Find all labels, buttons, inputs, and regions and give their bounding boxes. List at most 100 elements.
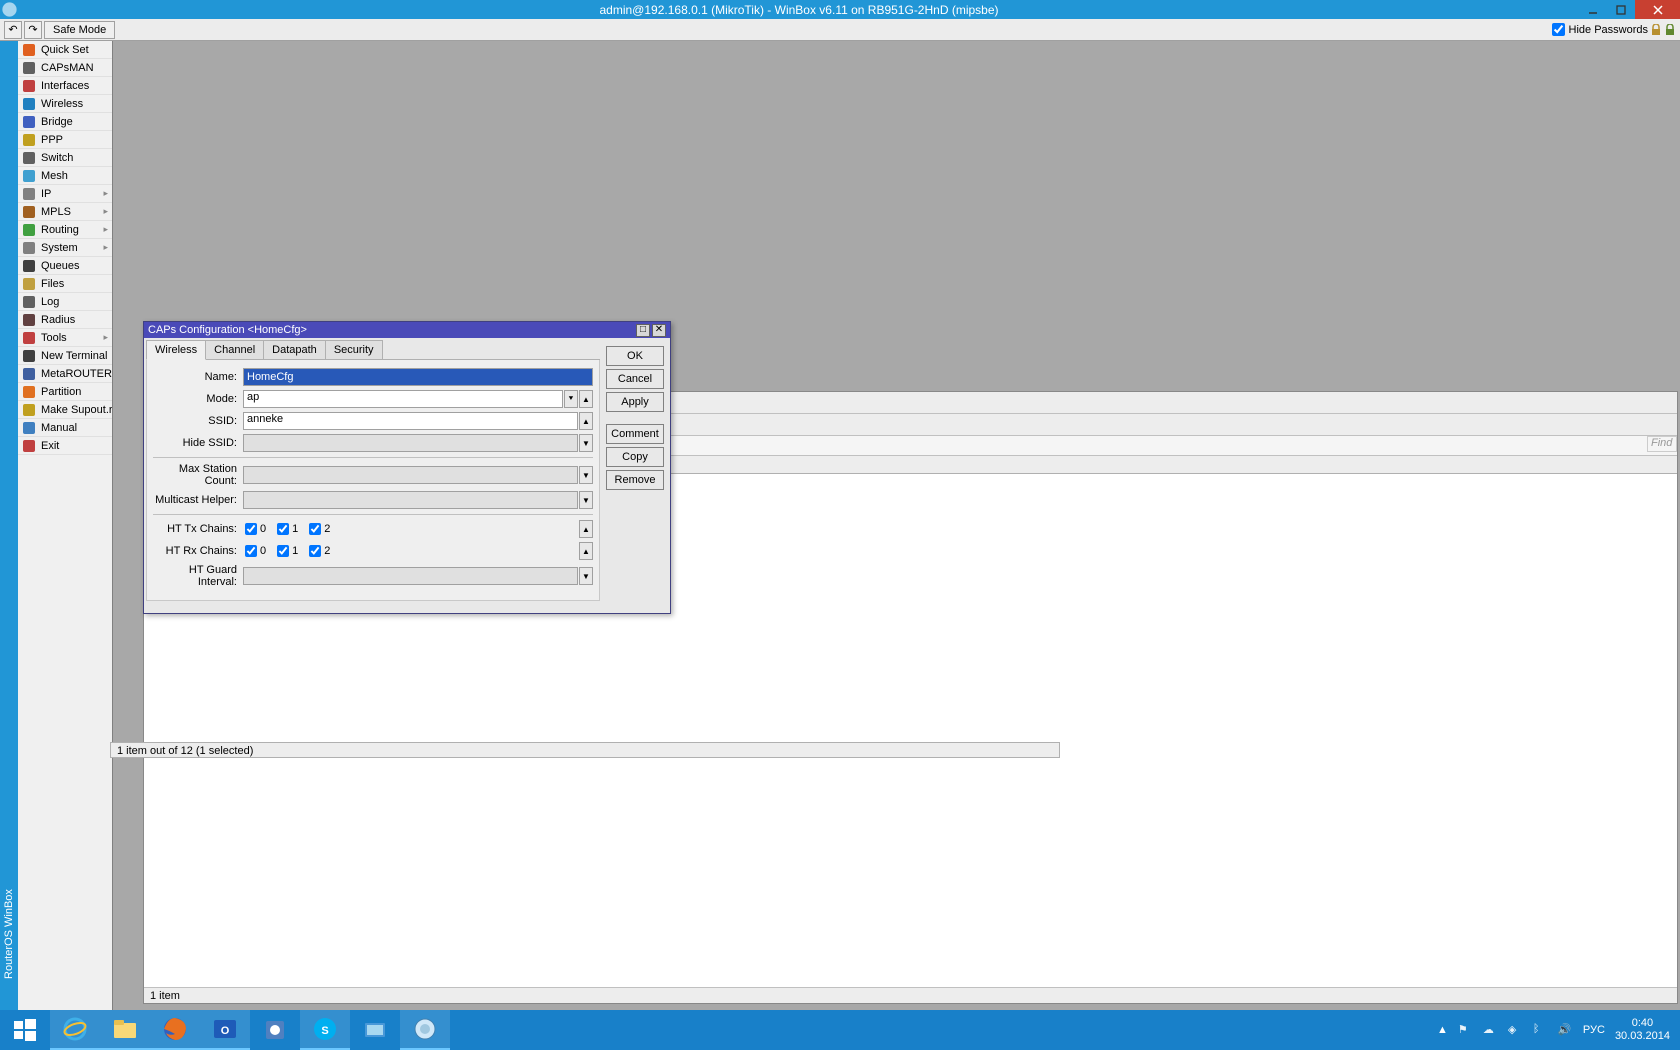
comment-button[interactable]: Comment: [606, 424, 664, 444]
menu-icon: [22, 61, 36, 75]
hide-ssid-input[interactable]: [243, 434, 578, 452]
find-input[interactable]: Find: [1647, 436, 1677, 452]
ht-rx-0-checkbox[interactable]: [245, 545, 257, 557]
sidebar-item-label: Routing: [41, 224, 79, 236]
sidebar-item-metarouter[interactable]: MetaROUTER: [18, 365, 112, 383]
remove-button[interactable]: Remove: [606, 470, 664, 490]
taskbar: O S ▲ ⚑ ☁ ◈ ᛒ 🔊 РУС 0:40 30.03.2014: [0, 1010, 1680, 1050]
ht-guard-expand-icon[interactable]: ▼: [579, 567, 593, 585]
taskbar-firefox[interactable]: [150, 1010, 200, 1050]
volume-icon[interactable]: 🔊: [1558, 1023, 1573, 1038]
sidebar-item-log[interactable]: Log: [18, 293, 112, 311]
menu-icon: [22, 43, 36, 57]
sidebar-item-quick-set[interactable]: Quick Set: [18, 41, 112, 59]
dialog-close-button[interactable]: ✕: [652, 324, 666, 337]
flag-icon[interactable]: ⚑: [1458, 1023, 1473, 1038]
mode-select[interactable]: ap: [243, 390, 563, 408]
hide-passwords-toggle[interactable]: Hide Passwords: [1552, 23, 1648, 36]
sidebar-item-bridge[interactable]: Bridge: [18, 113, 112, 131]
maximize-button[interactable]: [1607, 0, 1635, 19]
sidebar-item-radius[interactable]: Radius: [18, 311, 112, 329]
sidebar-item-ip[interactable]: IP▸: [18, 185, 112, 203]
sidebar-item-interfaces[interactable]: Interfaces: [18, 77, 112, 95]
sidebar-item-exit[interactable]: Exit: [18, 437, 112, 455]
sidebar-item-ppp[interactable]: PPP: [18, 131, 112, 149]
taskbar-ie[interactable]: [50, 1010, 100, 1050]
sidebar-item-files[interactable]: Files: [18, 275, 112, 293]
sidebar-item-manual[interactable]: Manual: [18, 419, 112, 437]
sidebar-item-label: Partition: [41, 386, 81, 398]
minimize-button[interactable]: [1579, 0, 1607, 19]
dialog-titlebar[interactable]: CAPs Configuration <HomeCfg> □ ✕: [144, 322, 670, 338]
start-button[interactable]: [0, 1010, 50, 1050]
tab-wireless[interactable]: Wireless: [146, 340, 206, 360]
tab-datapath[interactable]: Datapath: [263, 340, 326, 359]
ssid-input[interactable]: anneke: [243, 412, 578, 430]
max-station-expand-icon[interactable]: ▼: [579, 466, 593, 484]
side-strip: RouterOS WinBox: [0, 41, 18, 1010]
safe-mode-button[interactable]: Safe Mode: [44, 21, 115, 39]
taskbar-app-7[interactable]: [350, 1010, 400, 1050]
ht-rx-1-checkbox[interactable]: [277, 545, 289, 557]
sidebar-item-mpls[interactable]: MPLS▸: [18, 203, 112, 221]
mode-collapse-icon[interactable]: ▲: [579, 390, 593, 408]
chevron-right-icon: ▸: [103, 332, 108, 343]
max-station-input[interactable]: [243, 466, 578, 484]
sidebar-item-new-terminal[interactable]: New Terminal: [18, 347, 112, 365]
network-icon[interactable]: ◈: [1508, 1023, 1523, 1038]
clock[interactable]: 0:40 30.03.2014: [1615, 1017, 1670, 1043]
hide-passwords-checkbox[interactable]: [1552, 23, 1565, 36]
cancel-button[interactable]: Cancel: [606, 369, 664, 389]
menu-icon: [22, 115, 36, 129]
sidebar-item-routing[interactable]: Routing▸: [18, 221, 112, 239]
apply-button[interactable]: Apply: [606, 392, 664, 412]
taskbar-explorer[interactable]: [100, 1010, 150, 1050]
tab-channel[interactable]: Channel: [205, 340, 264, 359]
ht-tx-0-checkbox[interactable]: [245, 523, 257, 535]
menu-icon: [22, 277, 36, 291]
sidebar-item-tools[interactable]: Tools▸: [18, 329, 112, 347]
multicast-input[interactable]: [243, 491, 578, 509]
sidebar-item-label: Log: [41, 296, 59, 308]
sidebar-item-switch[interactable]: Switch: [18, 149, 112, 167]
copy-button[interactable]: Copy: [606, 447, 664, 467]
menu-icon: [22, 241, 36, 255]
ht-tx-2-checkbox[interactable]: [309, 523, 321, 535]
taskbar-app-5[interactable]: [250, 1010, 300, 1050]
bt-icon[interactable]: ᛒ: [1533, 1023, 1548, 1038]
taskbar-skype[interactable]: S: [300, 1010, 350, 1050]
sidebar-item-system[interactable]: System▸: [18, 239, 112, 257]
ht-rx-2-checkbox[interactable]: [309, 545, 321, 557]
ok-button[interactable]: OK: [606, 346, 664, 366]
mode-dropdown-icon[interactable]: ⯆: [564, 390, 578, 408]
close-button[interactable]: [1635, 0, 1680, 19]
sidebar-item-queues[interactable]: Queues: [18, 257, 112, 275]
sidebar-item-capsman[interactable]: CAPsMAN: [18, 59, 112, 77]
sidebar-item-wireless[interactable]: Wireless: [18, 95, 112, 113]
taskbar-outlook[interactable]: O: [200, 1010, 250, 1050]
menu-icon: [22, 367, 36, 381]
language-indicator[interactable]: РУС: [1583, 1024, 1605, 1036]
tray-expand-icon[interactable]: ▲: [1437, 1024, 1448, 1036]
ht-rx-collapse-icon[interactable]: ▲: [579, 542, 593, 560]
sidebar-item-label: Manual: [41, 422, 77, 434]
ht-tx-1-checkbox[interactable]: [277, 523, 289, 535]
system-tray: ▲ ⚑ ☁ ◈ ᛒ 🔊 РУС 0:40 30.03.2014: [1427, 1017, 1680, 1043]
dialog-restore-button[interactable]: □: [636, 324, 650, 337]
sidebar-item-mesh[interactable]: Mesh: [18, 167, 112, 185]
sidebar-item-label: IP: [41, 188, 51, 200]
ht-tx-collapse-icon[interactable]: ▲: [579, 520, 593, 538]
redo-button[interactable]: ↷: [24, 21, 42, 39]
undo-button[interactable]: ↶: [4, 21, 22, 39]
menu-icon: [22, 97, 36, 111]
cloud-icon[interactable]: ☁: [1483, 1023, 1498, 1038]
sidebar-item-partition[interactable]: Partition: [18, 383, 112, 401]
sidebar-item-make-supout.rif[interactable]: Make Supout.rif: [18, 401, 112, 419]
hide-ssid-expand-icon[interactable]: ▼: [579, 434, 593, 452]
taskbar-winbox[interactable]: [400, 1010, 450, 1050]
name-input[interactable]: HomeCfg: [243, 368, 593, 386]
multicast-expand-icon[interactable]: ▼: [579, 491, 593, 509]
ssid-collapse-icon[interactable]: ▲: [579, 412, 593, 430]
ht-guard-input[interactable]: [243, 567, 578, 585]
tab-security[interactable]: Security: [325, 340, 383, 359]
